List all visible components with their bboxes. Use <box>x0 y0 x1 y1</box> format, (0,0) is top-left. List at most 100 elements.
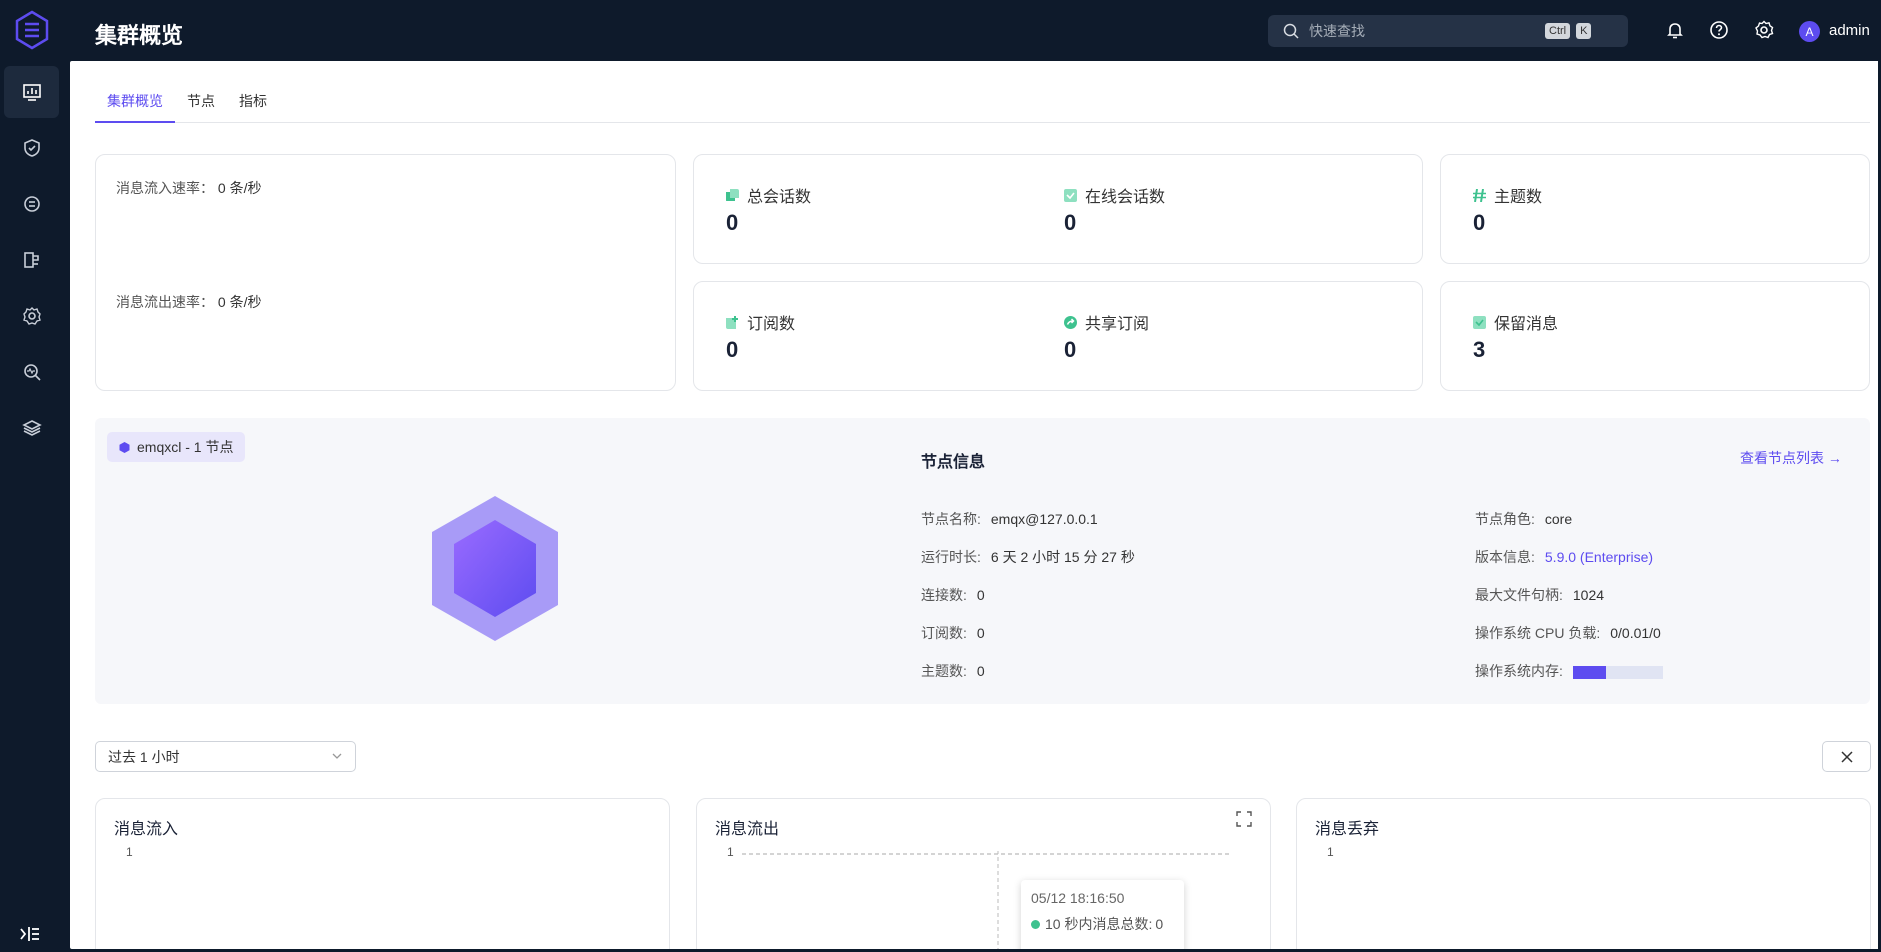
series-dot <box>1031 919 1040 929</box>
tab-cluster-overview[interactable]: 集群概览 <box>95 89 175 123</box>
sidebar-item-flow[interactable] <box>4 234 59 286</box>
tab-nodes[interactable]: 节点 <box>175 89 227 123</box>
avatar[interactable]: A <box>1799 21 1820 42</box>
collapse-sidebar-icon[interactable] <box>18 924 42 944</box>
memory-progress-fill <box>1572 665 1607 679</box>
version-label: 版本信息: <box>1475 549 1535 565</box>
chart-tooltip: 05/12 18:16:50 10 秒内消息总数: 0 <box>1021 880 1184 949</box>
emqx-logo-icon[interactable] <box>14 10 50 50</box>
topics-value: 0 <box>1473 210 1486 235</box>
node-info-title: 节点信息 <box>921 454 986 471</box>
page-title: 集群概览 <box>95 23 184 48</box>
node-role-value: core <box>1544 511 1573 527</box>
message-out-rate-label: 消息流出速率： <box>116 294 214 310</box>
sessions-card: 总会话数 0 在线会话数 0 <box>693 154 1423 264</box>
username[interactable]: admin <box>1829 22 1870 39</box>
dashboard-icon <box>22 84 41 101</box>
fullscreen-icon[interactable] <box>1236 811 1252 827</box>
shortcut-k-badge: K <box>1576 23 1592 39</box>
sidebar-item-management[interactable] <box>4 290 59 342</box>
retained-icon <box>1473 315 1486 329</box>
shared-subs-label: 共享订阅 <box>1085 316 1150 333</box>
diagnose-icon <box>23 364 41 381</box>
sidebar-item-access-control[interactable] <box>4 122 59 174</box>
version-link[interactable]: 5.9.0 (Enterprise) <box>1545 549 1653 565</box>
tab-metrics[interactable]: 指标 <box>227 89 279 123</box>
topics-card: 主题数 0 <box>1440 154 1870 264</box>
time-range-value: 过去 1 小时 <box>108 748 180 765</box>
subscribe-icon <box>726 315 738 329</box>
settings-icon[interactable] <box>1754 20 1774 40</box>
message-in-rate-label: 消息流入速率： <box>116 180 214 196</box>
message-rate-card: 消息流入速率： 0 条/秒 消息流出速率： 0 条/秒 <box>95 154 676 391</box>
cpu-load-value: 0/0.01/0 <box>1610 625 1661 641</box>
retained-value: 3 <box>1473 337 1486 362</box>
search-input[interactable] <box>1309 23 1539 39</box>
top-header: 集群概览 Ctrl K A admin <box>70 0 1881 61</box>
sidebar-item-diagnose[interactable] <box>4 346 59 398</box>
version-row: 版本信息: 5.9.0 (Enterprise) <box>1475 547 1653 567</box>
connections-label: 连接数: <box>921 587 967 603</box>
chart-message-out-tick: 1 <box>727 845 734 859</box>
share-icon <box>1064 315 1077 329</box>
cpu-load-label: 操作系统 CPU 负载: <box>1475 625 1601 641</box>
memory-row: 操作系统内存: <box>1475 661 1663 681</box>
bell-icon[interactable] <box>1665 20 1685 40</box>
chart-message-out: 消息流出 1 05/12 18:16:50 10 秒内消息总数: 0 <box>696 798 1271 949</box>
uptime-row: 运行时长: 6 天 2 小时 15 分 27 秒 <box>921 547 1135 567</box>
shared-subs-value: 0 <box>1064 337 1077 362</box>
tooltip-time: 05/12 18:16:50 <box>1031 890 1125 906</box>
total-sessions-label: 总会话数 <box>747 189 812 206</box>
message-in-rate-value: 0 条/秒 <box>217 180 262 196</box>
sidebar-item-extensions[interactable] <box>4 402 59 454</box>
quick-search[interactable]: Ctrl K <box>1268 15 1628 47</box>
message-out-rate-value: 0 条/秒 <box>217 294 262 310</box>
subscriptions-label: 订阅数 <box>747 316 796 333</box>
hexagon-icon <box>119 441 130 453</box>
chart-message-dropped-title: 消息丢弃 <box>1315 821 1380 838</box>
message-in-rate: 消息流入速率： 0 条/秒 <box>116 178 261 198</box>
tooltip-series-value: 0 <box>1155 916 1164 932</box>
online-sessions-icon <box>1064 188 1077 202</box>
sessions-icon <box>726 188 739 201</box>
online-sessions-label: 在线会话数 <box>1085 189 1166 206</box>
cpu-load-row: 操作系统 CPU 负载: 0/0.01/0 <box>1475 623 1661 643</box>
max-fds-row: 最大文件句柄: 1024 <box>1475 585 1604 605</box>
total-sessions-title: 总会话数 <box>726 183 811 207</box>
uptime-value: 6 天 2 小时 15 分 27 秒 <box>990 549 1135 565</box>
max-fds-value: 1024 <box>1572 587 1605 603</box>
node-role-label: 节点角色: <box>1475 511 1535 527</box>
sidebar-item-dashboard[interactable] <box>4 66 59 118</box>
uptime-label: 运行时长: <box>921 549 981 565</box>
connections-value: 0 <box>976 587 985 603</box>
main-content: 集群概览 节点 指标 消息流入速率： 0 条/秒 消息流出速率： 0 条/秒 总… <box>70 61 1878 949</box>
node-hexagon-icon[interactable] <box>432 496 558 641</box>
memory-progress-bar <box>1572 665 1663 679</box>
shortcut-ctrl-badge: Ctrl <box>1545 23 1571 39</box>
retained-title: 保留消息 <box>1473 310 1558 334</box>
sidebar <box>0 0 70 952</box>
subscriptions-card: 订阅数 0 共享订阅 0 <box>693 281 1423 391</box>
shared-subs-title: 共享订阅 <box>1064 310 1149 334</box>
chart-message-dropped-tick: 1 <box>1327 845 1334 859</box>
sidebar-item-integration[interactable] <box>4 178 59 230</box>
subscriptions-value: 0 <box>726 337 739 362</box>
chevron-down-icon <box>332 753 342 759</box>
tooltip-row: 10 秒内消息总数: 0 <box>1031 914 1174 934</box>
topics-label: 主题数 <box>1494 189 1543 206</box>
node-subs-row: 订阅数: 0 <box>921 623 985 643</box>
node-topics-label: 主题数: <box>921 663 967 679</box>
node-subs-value: 0 <box>976 625 985 641</box>
chart-message-in-title: 消息流入 <box>114 821 179 838</box>
view-node-list-link[interactable]: 查看节点列表 → <box>1740 448 1842 468</box>
close-button[interactable] <box>1822 741 1871 772</box>
node-name-row: 节点名称: emqx@127.0.0.1 <box>921 509 1098 529</box>
layers-icon <box>21 420 42 436</box>
retained-label: 保留消息 <box>1494 316 1559 333</box>
help-icon[interactable] <box>1709 20 1729 40</box>
cluster-tag[interactable]: emqxcl - 1 节点 <box>107 432 246 462</box>
max-fds-label: 最大文件句柄: <box>1475 587 1563 603</box>
hash-icon <box>1473 188 1486 202</box>
time-range-select[interactable]: 过去 1 小时 <box>95 741 356 772</box>
chart-message-dropped: 消息丢弃 1 <box>1296 798 1871 949</box>
